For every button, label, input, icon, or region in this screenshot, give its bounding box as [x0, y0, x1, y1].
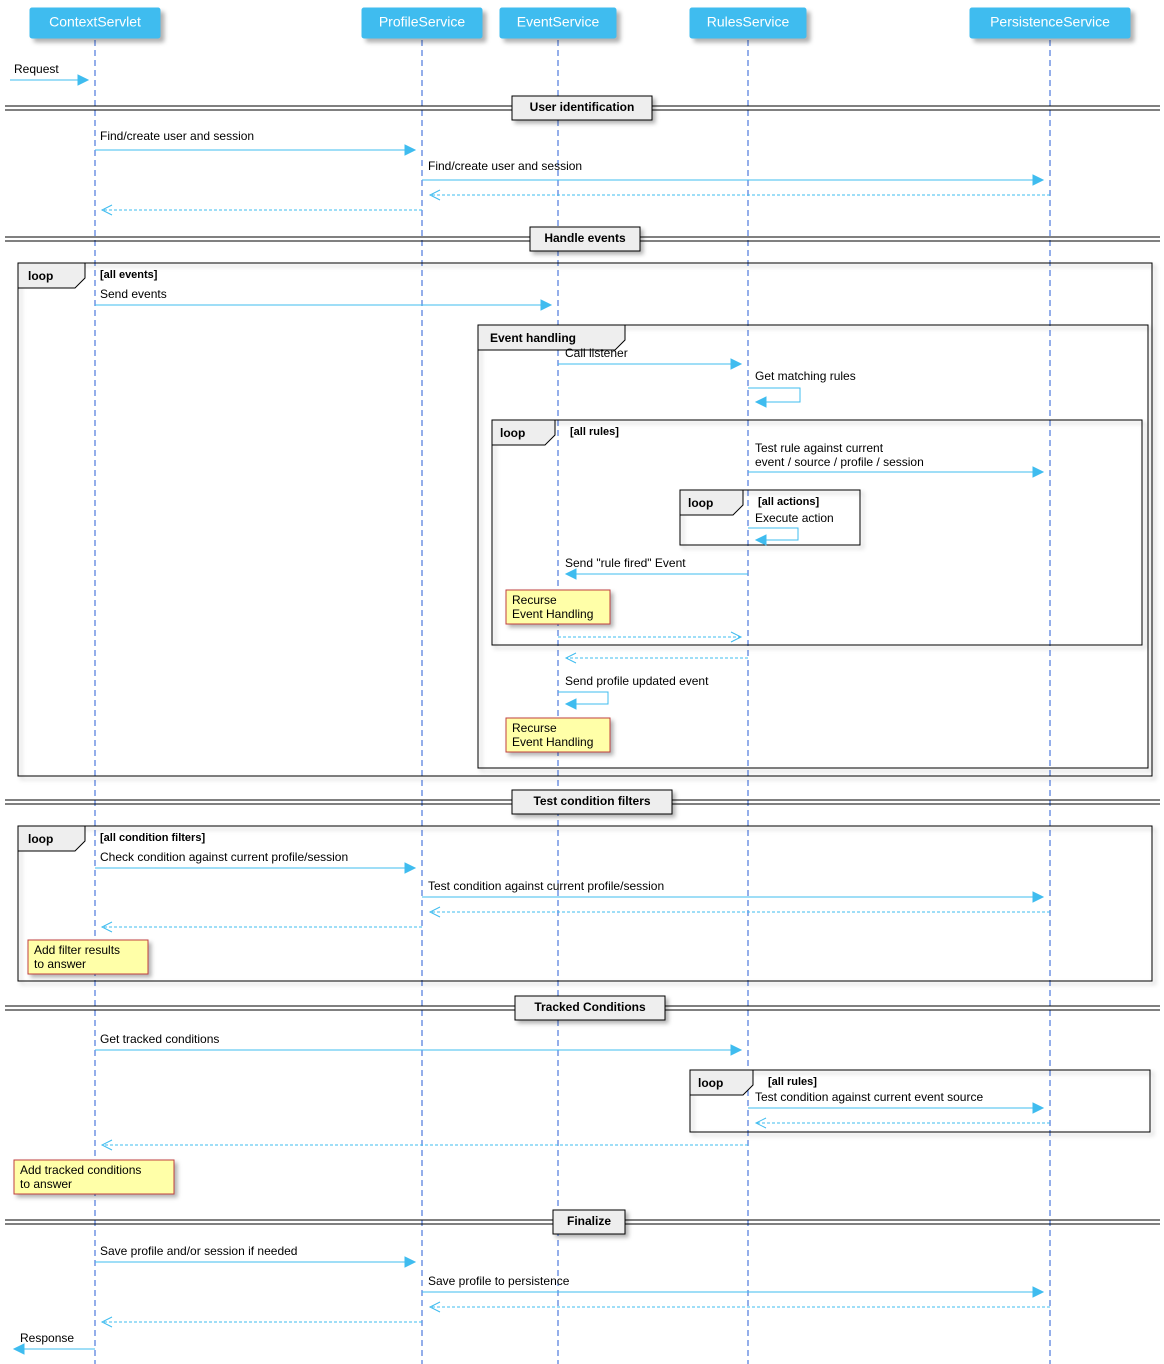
- divider-finalize: Finalize: [5, 1210, 1160, 1234]
- divider-test-cond-filters: Test condition filters: [5, 790, 1160, 814]
- arrow-get-matching-rules: Get matching rules: [748, 369, 856, 407]
- arrow-find-create-user-persist: Find/create user and session: [422, 159, 1043, 185]
- sequence-diagram: ContextServlet ProfileService EventServi…: [0, 0, 1164, 1364]
- frame-event-handling: Event handling: [478, 325, 1148, 768]
- svg-text:Find/create user and session: Find/create user and session: [428, 159, 582, 173]
- arrow-response: Response: [14, 1331, 95, 1354]
- svg-text:Get tracked conditions: Get tracked conditions: [100, 1032, 219, 1046]
- svg-text:to answer: to answer: [20, 1177, 72, 1191]
- return-persist-profile-3: [430, 1302, 1050, 1312]
- svg-text:Test condition against current: Test condition against current profile/s…: [428, 879, 664, 893]
- svg-text:[all rules]: [all rules]: [768, 1076, 817, 1088]
- return-persist-profile: [430, 190, 1050, 200]
- note-add-tracked: Add tracked conditions to answer: [14, 1160, 174, 1194]
- svg-text:Response: Response: [20, 1331, 74, 1345]
- participant-rulesservice: RulesService: [690, 8, 806, 38]
- svg-text:User identification: User identification: [530, 100, 635, 114]
- arrow-test-rule: Test rule against current event / source…: [748, 441, 1043, 477]
- return-event-rules: [558, 632, 741, 642]
- arrow-call-listener: Call listener: [558, 346, 741, 369]
- return-persist-rules: [756, 1118, 1050, 1128]
- participant-profileservice: ProfileService: [362, 8, 482, 38]
- svg-text:Save profile and/or session if: Save profile and/or session if needed: [100, 1244, 297, 1258]
- svg-text:loop: loop: [28, 269, 53, 283]
- svg-text:event / source / profile / ses: event / source / profile / session: [755, 455, 924, 469]
- arrow-execute-action: Execute action: [748, 511, 834, 545]
- return-profile-context-3: [102, 1317, 422, 1327]
- arrow-request: Request: [10, 62, 88, 85]
- svg-text:Find/create user and session: Find/create user and session: [100, 129, 254, 143]
- arrow-get-tracked: Get tracked conditions: [95, 1032, 741, 1055]
- svg-text:EventService: EventService: [517, 14, 600, 30]
- svg-text:[all rules]: [all rules]: [570, 426, 619, 438]
- svg-text:Test condition filters: Test condition filters: [533, 794, 650, 808]
- svg-text:Add filter results: Add filter results: [34, 943, 120, 957]
- svg-text:Recurse: Recurse: [512, 593, 557, 607]
- svg-text:Send "rule fired" Event: Send "rule fired" Event: [565, 556, 686, 570]
- svg-text:Event Handling: Event Handling: [512, 735, 593, 749]
- svg-text:ProfileService: ProfileService: [379, 14, 466, 30]
- note-recurse-1: Recurse Event Handling: [506, 590, 610, 624]
- arrow-find-create-user: Find/create user and session: [95, 129, 415, 155]
- return-rules-context: [102, 1140, 748, 1150]
- svg-text:loop: loop: [500, 426, 525, 440]
- divider-handle-events: Handle events: [5, 227, 1160, 251]
- svg-text:loop: loop: [28, 832, 53, 846]
- note-add-filter-results: Add filter results to answer: [28, 940, 148, 974]
- return-persist-profile-2: [430, 907, 1050, 917]
- return-rules-event: [566, 653, 748, 663]
- svg-text:Save profile to persistence: Save profile to persistence: [428, 1274, 570, 1288]
- svg-text:Send profile updated event: Send profile updated event: [565, 674, 709, 688]
- note-recurse-2: Recurse Event Handling: [506, 718, 610, 752]
- divider-tracked-conditions: Tracked Conditions: [5, 996, 1160, 1020]
- svg-text:Test condition against current: Test condition against current event sou…: [755, 1090, 983, 1104]
- svg-text:Check condition against curren: Check condition against current profile/…: [100, 850, 348, 864]
- svg-text:Finalize: Finalize: [567, 1214, 611, 1228]
- svg-text:loop: loop: [688, 496, 713, 510]
- svg-text:[all condition filters]: [all condition filters]: [100, 832, 205, 844]
- svg-text:Tracked Conditions: Tracked Conditions: [534, 1000, 646, 1014]
- arrow-check-condition: Check condition against current profile/…: [95, 850, 415, 873]
- svg-text:[all events]: [all events]: [100, 269, 158, 281]
- svg-text:[all actions]: [all actions]: [758, 496, 819, 508]
- svg-text:Add tracked conditions: Add tracked conditions: [20, 1163, 141, 1177]
- svg-text:ContextServlet: ContextServlet: [49, 14, 141, 30]
- svg-text:Handle events: Handle events: [544, 231, 626, 245]
- svg-text:to answer: to answer: [34, 957, 86, 971]
- svg-text:Call listener: Call listener: [565, 346, 628, 360]
- divider-user-identification: User identification: [5, 96, 1160, 120]
- participant-eventservice: EventService: [500, 8, 616, 38]
- svg-text:loop: loop: [698, 1076, 723, 1090]
- svg-text:Test rule against current: Test rule against current: [755, 441, 884, 455]
- arrow-profile-updated: Send profile updated event: [558, 674, 709, 709]
- svg-text:Event handling: Event handling: [490, 331, 576, 345]
- arrow-test-condition: Test condition against current profile/s…: [422, 879, 1043, 902]
- arrow-save-profile: Save profile and/or session if needed: [95, 1244, 415, 1267]
- arrow-test-event-source: Test condition against current event sou…: [748, 1090, 1043, 1113]
- return-profile-context-2: [102, 922, 422, 932]
- svg-text:PersistenceService: PersistenceService: [990, 14, 1110, 30]
- svg-text:Recurse: Recurse: [512, 721, 557, 735]
- participant-contextservlet: ContextServlet: [30, 8, 160, 38]
- arrow-save-persistence: Save profile to persistence: [422, 1274, 1043, 1297]
- svg-text:RulesService: RulesService: [707, 14, 790, 30]
- arrow-send-events: Send events: [95, 287, 551, 310]
- svg-text:Get matching rules: Get matching rules: [755, 369, 856, 383]
- return-profile-context: [102, 205, 422, 215]
- svg-text:Event Handling: Event Handling: [512, 607, 593, 621]
- svg-text:Request: Request: [14, 62, 59, 76]
- participant-persistenceservice: PersistenceService: [970, 8, 1130, 38]
- svg-text:Execute action: Execute action: [755, 511, 834, 525]
- arrow-rule-fired: Send "rule fired" Event: [565, 556, 748, 579]
- svg-text:Send events: Send events: [100, 287, 167, 301]
